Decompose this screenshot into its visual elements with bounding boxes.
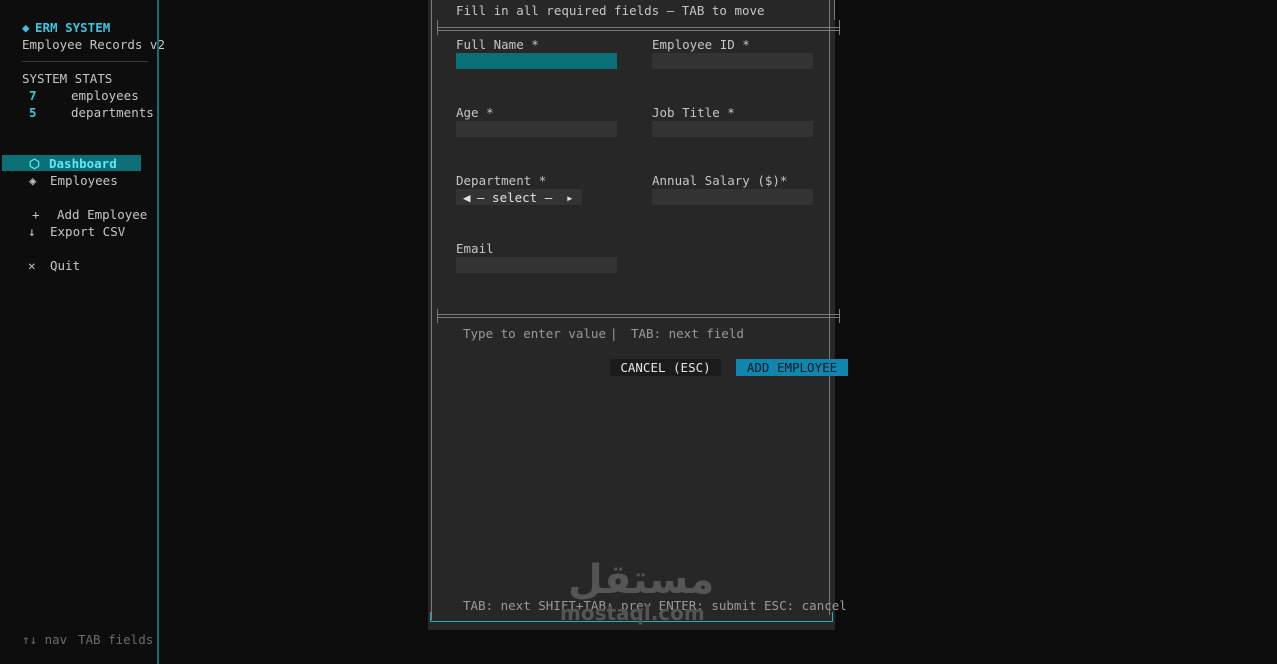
- stats-heading: SYSTEM STATS: [22, 71, 113, 86]
- cancel-button[interactable]: CANCEL (ESC): [610, 359, 721, 376]
- watermark: مستقل mostaql.com: [560, 560, 714, 626]
- age-label: Age *: [456, 105, 494, 120]
- frame-line: [437, 314, 839, 315]
- download-arrow-icon: ↓: [28, 224, 36, 239]
- frame-line: [437, 20, 438, 35]
- watermark-latin: mostaql.com: [560, 601, 705, 625]
- dialog-instruction: Fill in all required fields — TAB to mov…: [456, 3, 765, 18]
- divider: [22, 61, 148, 62]
- sidebar-border: [157, 0, 159, 664]
- email-input[interactable]: [456, 257, 617, 273]
- sidebar: ◆ ERM SYSTEM Employee Records v2 SYSTEM …: [0, 0, 165, 664]
- stat-employees-count: 7: [29, 88, 37, 103]
- frame-line: [437, 27, 839, 28]
- action-label: Export CSV: [50, 224, 126, 239]
- sidebar-item-label: Dashboard: [49, 156, 117, 171]
- frame-line: [832, 612, 833, 622]
- caret-right-icon[interactable]: ▸: [566, 190, 574, 205]
- brand-icon: ◆: [22, 20, 30, 35]
- stat-departments-count: 5: [29, 105, 37, 120]
- action-label: Quit: [50, 258, 81, 273]
- stat-employees-label: employees: [71, 88, 139, 103]
- frame-line: [437, 30, 839, 31]
- plus-icon: +: [32, 207, 40, 222]
- department-select[interactable]: ◀ – select – ▸: [456, 189, 582, 205]
- department-label: Department *: [456, 173, 547, 188]
- hint-divider: |: [610, 326, 618, 341]
- employee-id-input[interactable]: [652, 53, 813, 69]
- full-name-label: Full Name *: [456, 37, 539, 52]
- frame-line: [839, 20, 840, 35]
- frame-line: [437, 309, 438, 323]
- sidebar-item-employees[interactable]: ◈ Employees: [2, 172, 141, 188]
- diamond-icon: ◈: [29, 173, 37, 188]
- app-subtitle: Employee Records v2: [22, 37, 165, 52]
- add-employee-dialog: [428, 0, 835, 630]
- stat-departments-label: departments: [71, 105, 154, 120]
- action-quit[interactable]: ✕ Quit: [2, 257, 147, 273]
- sidebar-item-dashboard[interactable]: ⬡ Dashboard: [2, 155, 141, 171]
- brand-title: ERM SYSTEM: [35, 20, 111, 35]
- frame-line: [829, 0, 830, 615]
- age-input[interactable]: [456, 121, 617, 137]
- watermark-arabic: مستقل: [568, 557, 715, 603]
- close-icon: ✕: [28, 258, 36, 273]
- action-label: Add Employee: [57, 207, 148, 222]
- frame-line: [431, 0, 432, 620]
- full-name-input[interactable]: [456, 53, 617, 69]
- email-label: Email: [456, 241, 494, 256]
- salary-input[interactable]: [652, 189, 813, 205]
- job-title-input[interactable]: [652, 121, 813, 137]
- sidebar-item-label: Employees: [50, 173, 118, 188]
- employee-id-label: Employee ID *: [652, 37, 750, 52]
- add-employee-button[interactable]: ADD EMPLOYEE: [736, 359, 848, 376]
- frame-line: [437, 317, 839, 318]
- action-add-employee[interactable]: + Add Employee: [2, 206, 147, 222]
- frame-line: [430, 612, 431, 622]
- job-title-label: Job Title *: [652, 105, 735, 120]
- footer-nav-hint: ↑↓ nav: [22, 632, 68, 647]
- footer-tab-hint: TAB fields: [78, 632, 154, 647]
- action-export-csv[interactable]: ↓ Export CSV: [2, 223, 147, 239]
- frame-line: [839, 309, 840, 323]
- department-select-value: – select –: [477, 190, 553, 205]
- frame-line: [834, 0, 835, 20]
- salary-label: Annual Salary ($)*: [652, 173, 788, 188]
- hint-left: Type to enter value: [463, 326, 606, 341]
- caret-left-icon[interactable]: ◀: [463, 190, 471, 205]
- hint-right: TAB: next field: [631, 326, 744, 341]
- hexagon-icon: ⬡: [29, 156, 40, 171]
